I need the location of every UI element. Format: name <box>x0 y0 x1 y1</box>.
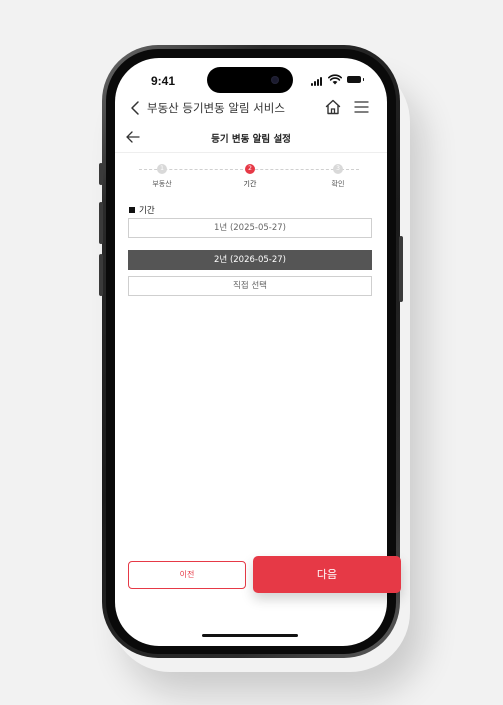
option-2-year[interactable]: 2년 (2026-05-27) <box>128 250 372 270</box>
action-button <box>99 163 103 185</box>
menu-icon[interactable] <box>354 100 369 114</box>
volume-up-button <box>99 202 103 244</box>
power-button <box>399 236 403 302</box>
option-custom[interactable]: 직접 선택 <box>128 276 372 296</box>
step-3-indicator: 3 <box>333 164 343 174</box>
dynamic-island <box>207 67 293 93</box>
page-header: 등기 변동 알림 설정 <box>115 124 387 153</box>
prev-button[interactable]: 이전 <box>128 561 246 589</box>
period-section-label: 기간 <box>129 204 155 216</box>
battery-icon <box>347 76 364 83</box>
back-chevron-icon[interactable] <box>129 99 143 117</box>
browser-title: 부동산 등기변동 알림 서비스 <box>147 101 285 115</box>
wifi-icon <box>328 74 342 85</box>
page-title: 등기 변동 알림 설정 <box>211 134 291 145</box>
period-label-text: 기간 <box>139 206 155 216</box>
step-connector <box>341 169 359 170</box>
home-indicator <box>202 634 298 637</box>
volume-down-button <box>99 254 103 296</box>
step-1-indicator: 1 <box>157 164 167 174</box>
step-2-label: 기간 <box>243 180 257 188</box>
step-connector <box>139 169 339 170</box>
square-bullet-icon <box>129 207 135 213</box>
camera-icon <box>271 76 279 84</box>
status-bar: 9:41 <box>115 58 387 100</box>
home-icon[interactable] <box>324 98 342 116</box>
step-3-label: 확인 <box>331 180 345 188</box>
browser-bar: 부동산 등기변동 알림 서비스 <box>115 96 387 122</box>
cellular-signal-icon <box>311 77 325 86</box>
next-button[interactable]: 다음 <box>253 556 401 593</box>
stepper: 1 2 3 부동산 기간 확인 <box>115 162 387 194</box>
status-time: 9:41 <box>151 74 176 88</box>
step-1-label: 부동산 <box>152 180 172 188</box>
step-2-indicator: 2 <box>245 164 255 174</box>
option-1-year[interactable]: 1년 (2025-05-27) <box>128 218 372 238</box>
